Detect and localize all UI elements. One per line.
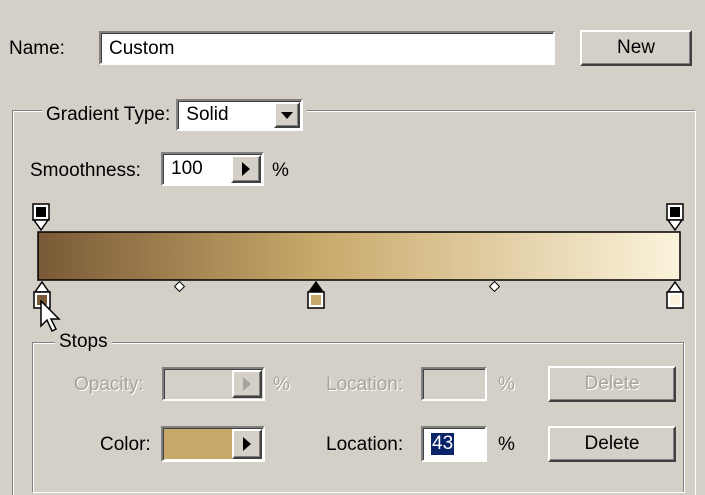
play-right-icon <box>243 377 251 391</box>
smoothness-label: Smoothness: <box>30 160 141 181</box>
color-stop-selected[interactable] <box>307 280 325 309</box>
color-delete-label: Delete <box>584 433 640 454</box>
opacity-location-label: Location: <box>326 374 404 395</box>
stops-legend: Stops <box>55 331 112 353</box>
stops-group <box>32 342 684 492</box>
new-button[interactable]: New <box>580 30 692 66</box>
mouse-cursor-icon <box>40 300 61 333</box>
midpoint-diamond-icon[interactable] <box>488 280 501 293</box>
smoothness-slider-button[interactable] <box>231 155 261 183</box>
chevron-down-icon <box>281 111 294 119</box>
gradient-type-dropdown-button[interactable] <box>274 102 301 128</box>
gradient-type-select[interactable]: Solid <box>176 99 304 131</box>
opacity-slider-button[interactable] <box>232 370 262 398</box>
name-input-value: Custom <box>109 38 175 59</box>
gradient-type-legend: Gradient Type: Solid <box>42 99 308 131</box>
name-input[interactable]: Custom <box>99 31 555 65</box>
smoothness-unit: % <box>272 160 289 181</box>
opacity-stop-right[interactable] <box>666 203 684 232</box>
color-location-value: 43 <box>431 433 455 455</box>
midpoint-diamond-icon[interactable] <box>173 280 186 293</box>
color-stop-right[interactable] <box>666 280 684 309</box>
name-label: Name: <box>9 38 65 59</box>
opacity-location-unit: % <box>498 374 515 395</box>
play-right-icon <box>242 162 250 176</box>
gradient-bar <box>37 231 681 281</box>
color-delete-button[interactable]: Delete <box>548 426 676 462</box>
color-menu-button[interactable] <box>232 429 262 459</box>
gradient-type-label: Gradient Type: <box>46 104 171 125</box>
play-right-icon <box>243 437 251 451</box>
color-location-unit: % <box>498 434 515 455</box>
color-swatch[interactable] <box>164 429 232 459</box>
opacity-stop-left[interactable] <box>32 203 50 232</box>
smoothness-value: 100 <box>171 158 203 179</box>
color-picker[interactable] <box>161 426 265 462</box>
gradient-editor[interactable] <box>0 200 705 310</box>
opacity-delete-label: Delete <box>584 373 640 394</box>
gradient-type-value: Solid <box>186 104 229 125</box>
opacity-delete-button[interactable]: Delete <box>548 366 676 402</box>
new-button-label: New <box>616 37 655 58</box>
color-label: Color: <box>100 434 151 455</box>
opacity-input[interactable] <box>162 367 265 401</box>
smoothness-input[interactable]: 100 <box>161 152 264 186</box>
color-location-label: Location: <box>326 434 404 455</box>
color-location-input[interactable]: 43 <box>421 426 487 462</box>
opacity-label: Opacity: <box>74 374 144 395</box>
opacity-unit: % <box>273 374 290 395</box>
opacity-location-input[interactable] <box>421 367 487 401</box>
